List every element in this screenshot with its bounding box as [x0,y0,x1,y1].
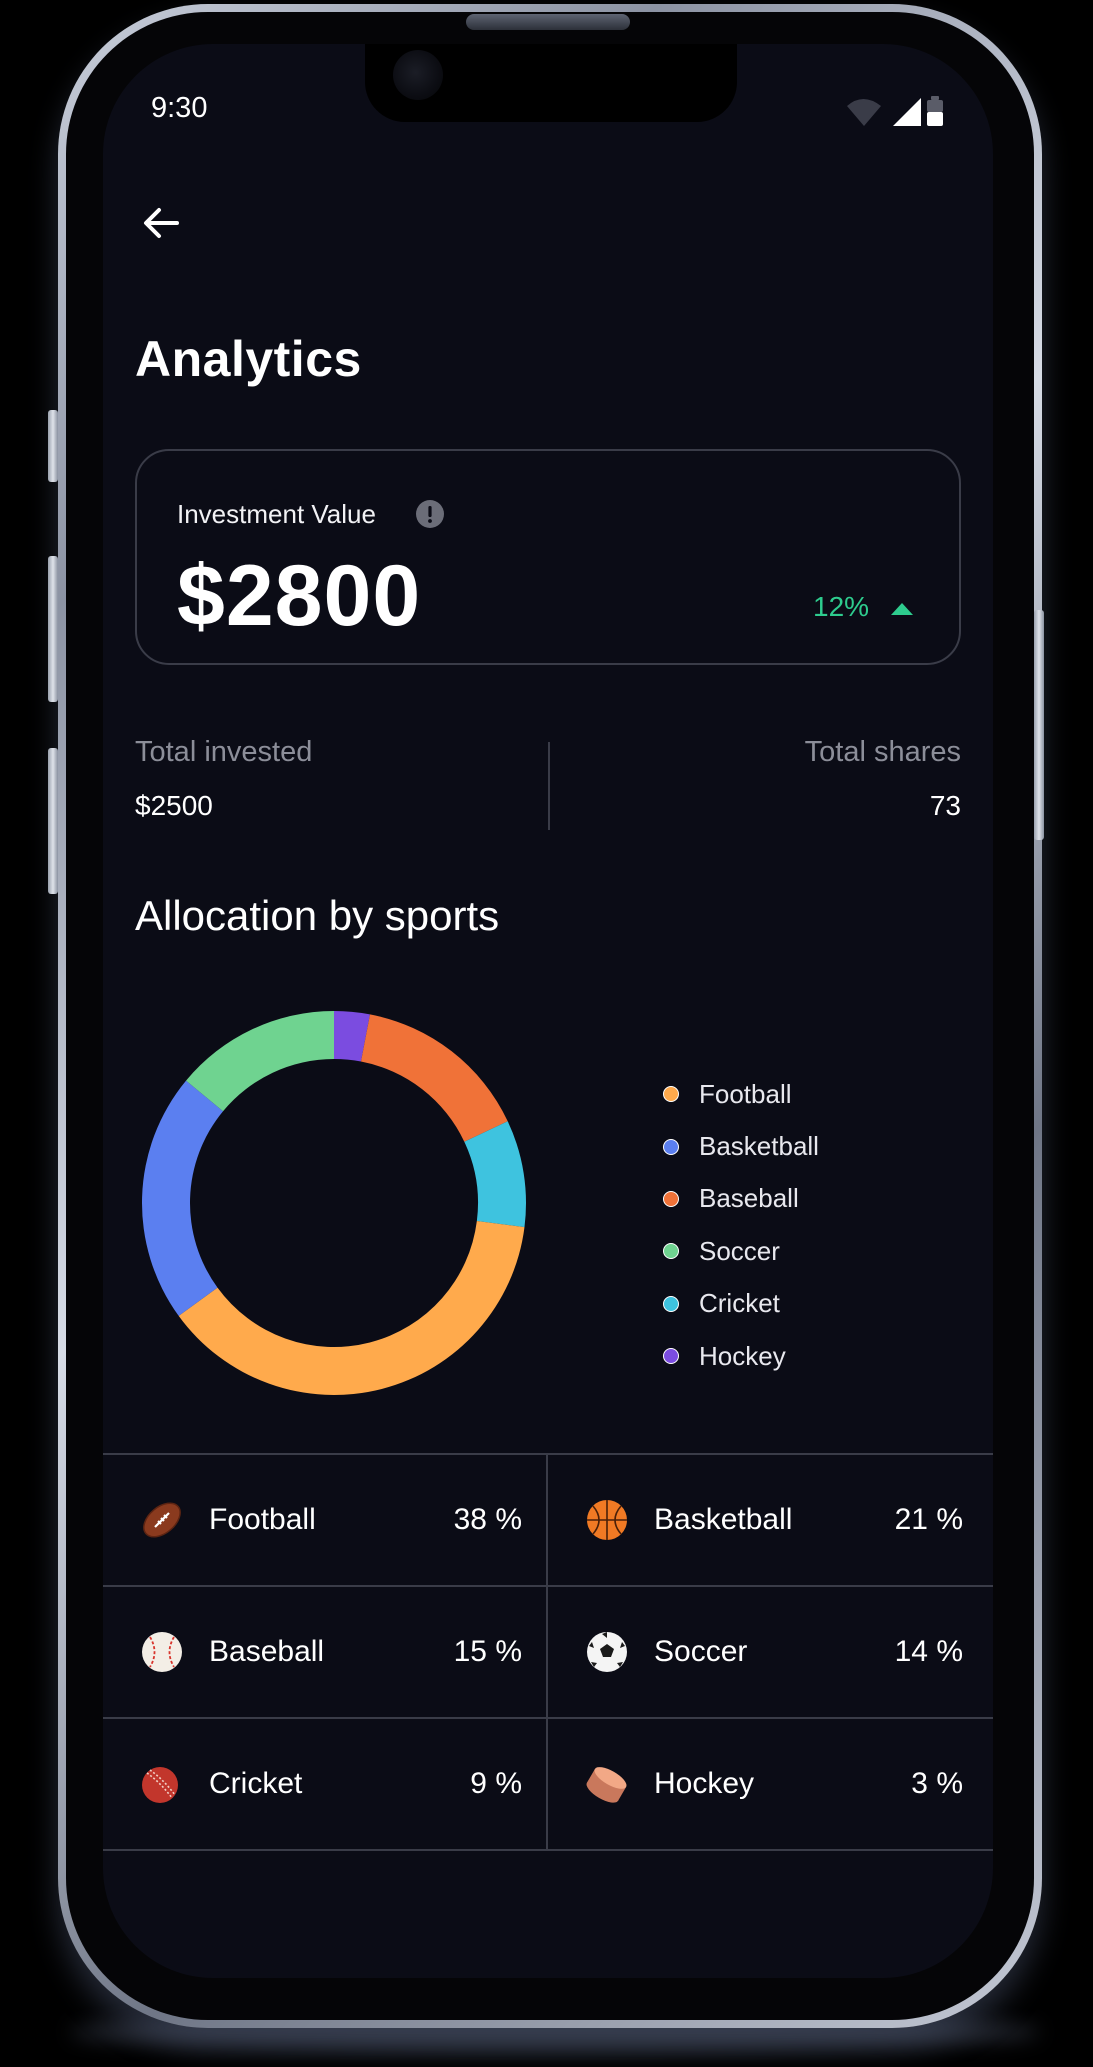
sport-percent: 21 % [894,1503,963,1536]
legend-label: Soccer [699,1235,780,1266]
sport-percent: 15 % [453,1635,522,1668]
sport-percent: 9 % [470,1767,522,1800]
battery-icon [927,96,943,126]
legend-label: Baseball [699,1183,799,1214]
allocation-item-baseball[interactable]: Baseball 15 % [103,1587,548,1717]
mute-switch [48,410,58,482]
cricket-ball-icon [142,1767,178,1803]
basketball-icon [587,1500,627,1540]
legend-label: Basketball [699,1131,819,1162]
legend-dot [663,1086,679,1103]
legend-dot [663,1138,679,1155]
allocation-row: Cricket 9 % Hockey 3 % [103,1719,993,1851]
sport-name: Basketball [654,1503,793,1536]
sport-percent: 14 % [894,1635,963,1668]
page-title: Analytics [135,331,362,387]
allocation-item-cricket[interactable]: Cricket 9 % [103,1719,548,1849]
baseball-icon [142,1632,182,1672]
wifi-icon [847,99,881,126]
legend-item: Baseball [663,1173,963,1225]
legend-dot [663,1190,679,1207]
sport-percent: 38 % [453,1503,522,1536]
legend-dot [663,1348,679,1365]
legend-label: Football [699,1078,792,1109]
app-screen: 9:30 Analytics Investment Value $2800 12… [103,44,993,1978]
sport-name: Cricket [209,1767,303,1800]
speaker-grille [466,14,630,30]
legend-label: Cricket [699,1288,780,1319]
legend-item: Football [663,1068,963,1120]
status-icons [847,96,943,126]
stats-divider [548,742,550,830]
legend-item: Hockey [663,1330,963,1382]
status-time: 9:30 [151,92,208,124]
front-camera [393,50,443,100]
legend-dot [663,1295,679,1312]
volume-down-button [48,748,58,894]
investment-value-card: Investment Value $2800 12% [135,449,961,665]
info-icon[interactable] [415,499,445,529]
hockey-puck-icon [586,1767,627,1803]
sport-percent: 3 % [911,1767,963,1800]
legend-item: Soccer [663,1225,963,1277]
total-shares-label: Total shares [804,736,961,768]
football-icon [143,1502,181,1538]
back-arrow-icon[interactable] [137,198,187,248]
allocation-item-basketball[interactable]: Basketball 21 % [548,1455,993,1585]
legend-dot [663,1243,679,1260]
investment-value-amount: $2800 [177,548,422,644]
investment-change-percent: 12% [813,591,870,622]
allocation-donut-chart [142,1011,526,1395]
signal-icon [893,98,921,126]
sport-name: Hockey [654,1767,755,1800]
soccer-ball-icon [587,1632,627,1672]
sport-name: Soccer [654,1635,748,1668]
donut-slice-football [178,1221,525,1395]
power-button [1034,610,1044,840]
legend-item: Cricket [663,1278,963,1330]
sport-name: Football [209,1503,316,1536]
legend-label: Hockey [699,1340,786,1371]
allocation-item-hockey[interactable]: Hockey 3 % [548,1719,993,1849]
allocation-row: Baseball 15 % Soccer 14 % [103,1587,993,1719]
allocation-item-football[interactable]: Football 38 % [103,1455,548,1585]
chart-legend: Football Basketball Baseball Soccer Cric… [663,1068,963,1382]
caret-up-icon [891,603,913,615]
allocation-table: Football 38 % Basketball 21 % Baseball 1… [103,1453,993,1851]
total-shares-value: 73 [929,790,961,821]
donut-slice-soccer [186,1011,334,1112]
allocation-title: Allocation by sports [135,892,500,939]
total-invested-label: Total invested [135,736,313,768]
investment-value-label: Investment Value [177,499,376,529]
donut-slice-baseball [360,1014,508,1142]
sport-name: Baseball [209,1635,325,1668]
legend-item: Basketball [663,1120,963,1172]
donut-slice-basketball [142,1080,224,1316]
allocation-item-soccer[interactable]: Soccer 14 % [548,1587,993,1717]
total-invested-value: $2500 [135,790,213,821]
allocation-row: Football 38 % Basketball 21 % [103,1455,993,1587]
volume-up-button [48,556,58,702]
